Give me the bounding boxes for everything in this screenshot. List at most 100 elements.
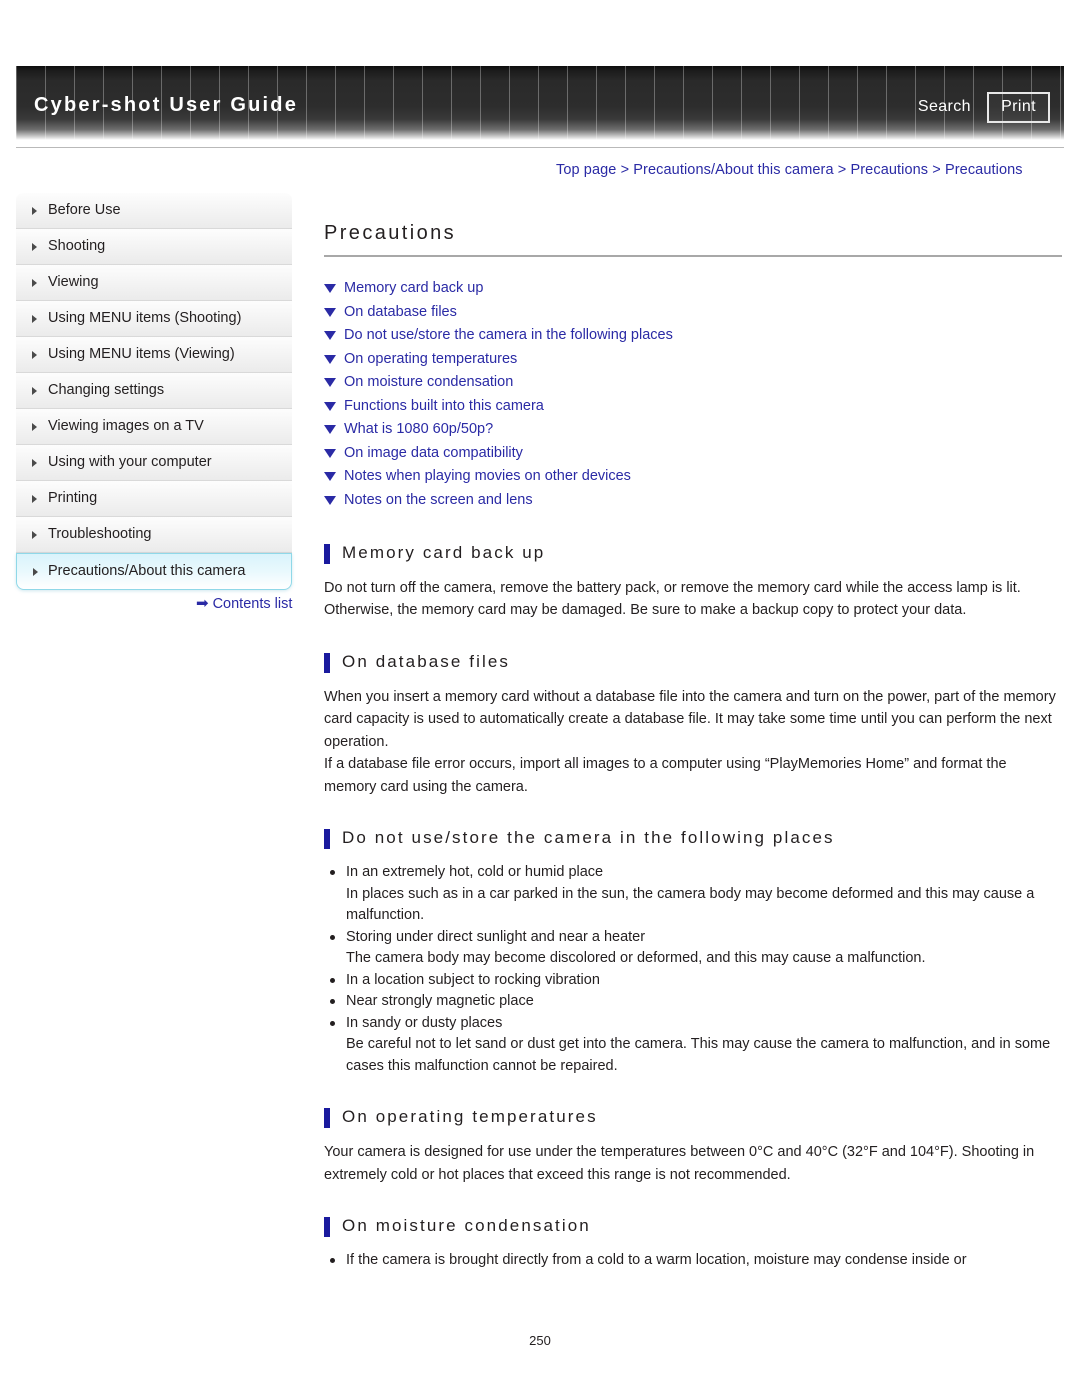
print-button[interactable]: Print	[987, 92, 1050, 123]
triangle-down-icon	[324, 495, 336, 505]
chevron-right-icon	[32, 458, 37, 467]
section-link[interactable]: Memory card back up	[324, 279, 1062, 297]
section-link-label: Notes when playing movies on other devic…	[344, 468, 631, 484]
section-link[interactable]: Notes when playing movies on other devic…	[324, 467, 1062, 485]
section-link[interactable]: Functions built into this camera	[324, 397, 1062, 415]
list-item-label: Near strongly magnetic place	[346, 993, 534, 1009]
list-item-label: In an extremely hot, cold or humid place	[346, 864, 604, 880]
triangle-down-icon	[324, 354, 336, 364]
section-link-label: On moisture condensation	[344, 374, 514, 390]
list-item: Storing under direct sunlight and near a…	[324, 927, 1062, 970]
chevron-right-icon	[32, 206, 37, 215]
section-link[interactable]: On image data compatibility	[324, 444, 1062, 462]
sidebar-item-label: Changing settings	[48, 382, 165, 398]
list-item-label: In sandy or dusty places	[346, 1014, 503, 1031]
sidebar-item-shooting[interactable]: Shooting	[16, 229, 292, 265]
section-link[interactable]: On operating temperatures	[324, 350, 1062, 368]
main-content: Precautions Memory card back up On databa…	[324, 222, 1062, 1272]
section-link-label: Memory card back up	[344, 280, 484, 296]
sidebar-item-using-menu-items-viewing[interactable]: Using MENU items (Viewing)	[16, 337, 292, 373]
list-item: In a location subject to rocking vibrati…	[324, 970, 1062, 992]
sidebar-item-label: Printing	[48, 490, 98, 506]
bullet-icon	[330, 977, 335, 983]
sidebar-item-precautions-about-this-camera[interactable]: Precautions/About this camera	[16, 553, 292, 590]
list-item-label: In a location subject to rocking vibrati…	[346, 971, 600, 988]
sidebar-item-label: Precautions/About this camera	[48, 563, 246, 579]
sidebar-item-label: Using with your computer	[48, 454, 212, 470]
paragraph-memory-card-back-up: Do not turn off the camera, remove the b…	[324, 579, 1021, 619]
list-item-detail: The camera body may become discolored or…	[346, 950, 926, 966]
section-link[interactable]: On database files	[324, 303, 1062, 321]
section-heading-on-database-files: On database files	[324, 652, 1062, 673]
paragraph-on-database-files-1: When you insert a memory card without a …	[324, 688, 1056, 750]
header-divider	[16, 147, 1064, 148]
page-number: 250	[529, 1333, 551, 1348]
list-item: Near strongly magnetic place	[324, 991, 1062, 1013]
section-links-list: Memory card back up On database files Do n…	[324, 279, 1062, 509]
breadcrumb[interactable]: Top page > Precautions/About this camera…	[556, 162, 1023, 178]
header-banner: Cyber-shot User Guide Search Print	[16, 66, 1064, 140]
section-link-label: On image data compatibility	[344, 444, 523, 461]
triangle-down-icon	[324, 284, 336, 293]
sidebar-item-label: Troubleshooting	[48, 526, 152, 542]
section-link[interactable]: On moisture condensation	[324, 373, 1062, 391]
section-link-label: Functions built into this camera	[344, 397, 544, 414]
triangle-down-icon	[324, 425, 336, 434]
arrow-right-icon: ➡	[196, 595, 209, 612]
sidebar-item-viewing-images-on-a-tv[interactable]: Viewing images on a TV	[16, 409, 292, 445]
section-link[interactable]: What is 1080 60p/50p?	[324, 420, 1062, 438]
sidebar-item-label: Using MENU items (Shooting)	[48, 310, 242, 326]
chevron-right-icon	[32, 386, 37, 395]
chevron-right-icon	[32, 278, 37, 287]
bullet-list-do-not-use-store: In an extremely hot, cold or humid place…	[324, 862, 1062, 1077]
sidebar-item-label: Viewing images on a TV	[48, 418, 204, 434]
section-link-label: Do not use/store the camera in the follo…	[344, 327, 673, 343]
page-title: Precautions	[324, 222, 1062, 257]
bullet-list-on-moisture-condensation: If the camera is brought directly from a…	[324, 1250, 1062, 1272]
sidebar-nav: Before Use Shooting Viewing Using MENU item…	[16, 193, 292, 590]
chevron-right-icon	[32, 350, 37, 359]
sidebar-item-using-menu-items-shooting[interactable]: Using MENU items (Shooting)	[16, 301, 292, 337]
search-button[interactable]: Search	[918, 98, 971, 116]
sidebar-item-printing[interactable]: Printing	[16, 481, 292, 517]
sidebar-item-label: Using MENU items (Viewing)	[48, 346, 235, 362]
sidebar-item-before-use[interactable]: Before Use	[16, 193, 292, 229]
section-link-label: On database files	[344, 303, 457, 320]
triangle-down-icon	[324, 448, 336, 458]
list-item: In sandy or dusty places Be careful not t…	[324, 1013, 1062, 1078]
sidebar-item-changing-settings[interactable]: Changing settings	[16, 373, 292, 409]
list-item-label: If the camera is brought directly from a…	[346, 1252, 967, 1268]
contents-list-link[interactable]: ➡ Contents list	[196, 594, 292, 612]
contents-list-label: Contents list	[212, 596, 293, 612]
triangle-down-icon	[324, 401, 336, 411]
chevron-right-icon	[32, 422, 37, 431]
section-link[interactable]: Notes on the screen and lens	[324, 491, 1062, 509]
sidebar-item-label: Viewing	[48, 274, 99, 290]
section-heading-on-operating-temperatures: On operating temperatures	[324, 1107, 1062, 1128]
bullet-icon	[330, 999, 335, 1004]
app-title: Cyber-shot User Guide	[34, 94, 299, 116]
triangle-down-icon	[324, 378, 336, 387]
section-link-label: Notes on the screen and lens	[344, 491, 533, 508]
list-item-detail: In places such as in a car parked in the…	[346, 885, 1035, 924]
bullet-icon	[330, 870, 335, 875]
section-link-label: What is 1080 60p/50p?	[344, 421, 494, 437]
section-heading-on-moisture-condensation: On moisture condensation	[324, 1216, 1062, 1237]
sidebar-item-viewing[interactable]: Viewing	[16, 265, 292, 301]
bullet-icon	[330, 1258, 335, 1263]
list-item: If the camera is brought directly from a…	[324, 1250, 1062, 1272]
sidebar-item-troubleshooting[interactable]: Troubleshooting	[16, 517, 292, 553]
bullet-icon	[330, 1020, 335, 1026]
chevron-right-icon	[32, 242, 37, 251]
list-item-detail: Be careful not to let sand or dust get i…	[346, 1036, 1051, 1074]
sidebar-item-using-with-your-computer[interactable]: Using with your computer	[16, 445, 292, 481]
paragraph-on-operating-temperatures: Your camera is designed for use under th…	[324, 1144, 1035, 1183]
triangle-down-icon	[324, 331, 336, 340]
section-heading-do-not-use-store: Do not use/store the camera in the follo…	[324, 828, 1062, 849]
section-heading-memory-card-back-up: Memory card back up	[324, 543, 1062, 564]
section-link[interactable]: Do not use/store the camera in the follo…	[324, 326, 1062, 344]
list-item-label: Storing under direct sunlight and near a…	[346, 928, 646, 945]
